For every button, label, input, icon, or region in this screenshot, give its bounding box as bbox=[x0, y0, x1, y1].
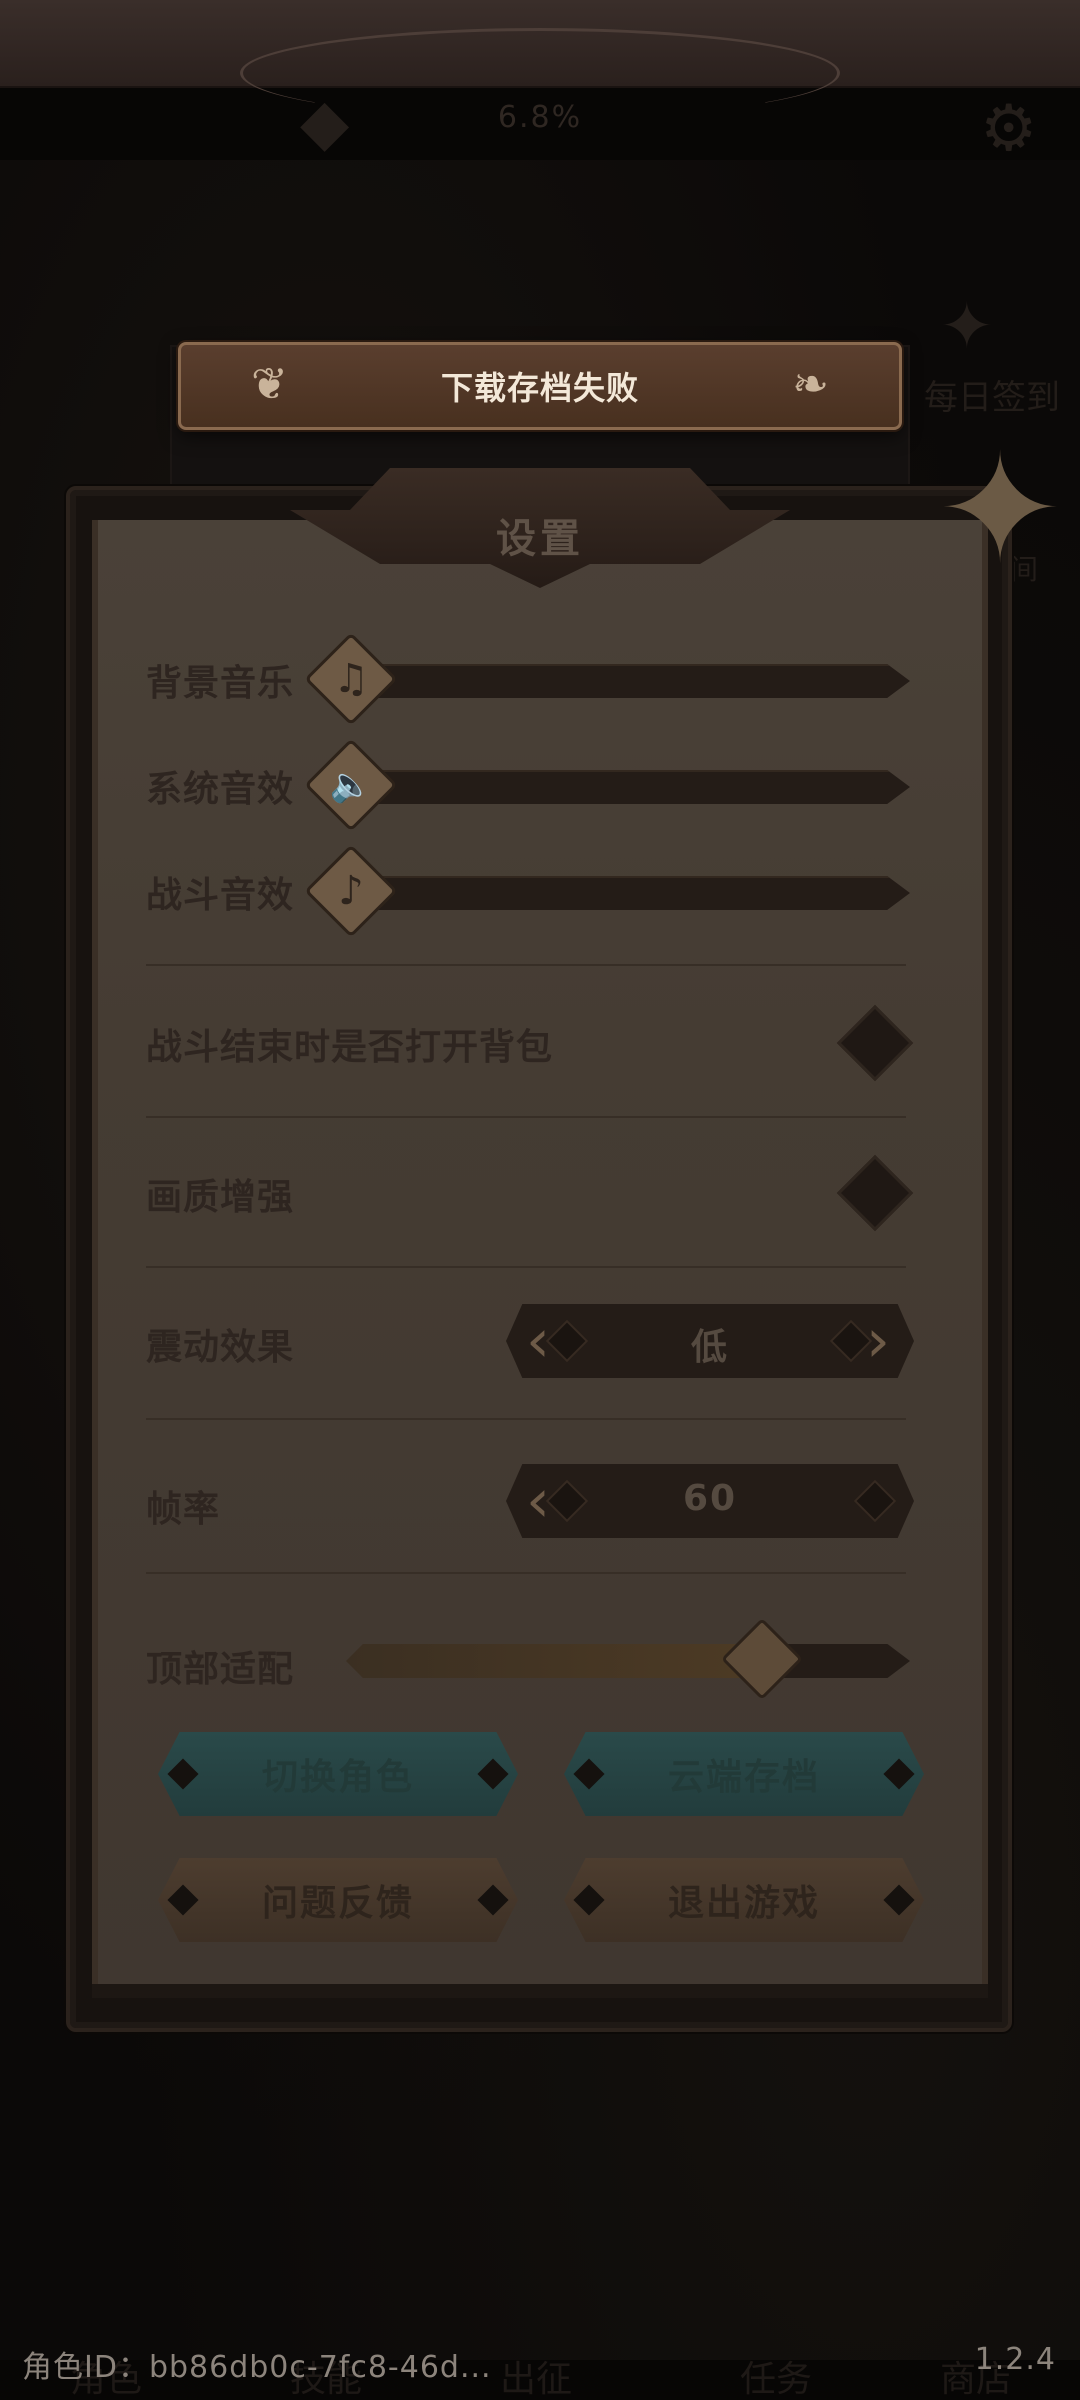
music-note-icon: ♫ bbox=[333, 656, 369, 702]
error-toast: ❦ 下载存档失败 ❧ bbox=[178, 342, 902, 430]
divider bbox=[146, 1116, 906, 1118]
gear-icon: ⚙ bbox=[980, 92, 1038, 166]
framerate-value: 60 bbox=[682, 1478, 738, 1519]
eighth-note-icon: ♪ bbox=[338, 868, 364, 914]
bgm-slider[interactable] bbox=[340, 664, 910, 698]
vibration-next-arrow[interactable]: › bbox=[850, 1304, 906, 1378]
graphics-enhance-label: 画质增强 bbox=[146, 1177, 295, 1218]
role-id-text: 角色ID：bb86db0c-7fc8-46d... bbox=[22, 2350, 492, 2385]
speaker-icon: 🔈 bbox=[329, 765, 373, 805]
leaf-ornament-icon: ❧ bbox=[792, 359, 829, 410]
top-adapt-label: 顶部适配 bbox=[146, 1649, 295, 1690]
daily-checkin-label: 每日签到 bbox=[924, 378, 1060, 418]
divider bbox=[146, 964, 906, 966]
battle-sfx-label: 战斗音效 bbox=[146, 875, 295, 916]
top-adapt-slider[interactable] bbox=[346, 1644, 910, 1678]
status-percent: 6.8% bbox=[497, 100, 583, 135]
feedback-label: 问题反馈 bbox=[261, 1883, 414, 1924]
cloud-save-label: 云端存档 bbox=[667, 1757, 820, 1798]
divider bbox=[146, 1418, 906, 1420]
toast-message: 下载存档失败 bbox=[440, 369, 639, 407]
vibration-label: 震动效果 bbox=[146, 1327, 295, 1368]
open-bag-label: 战斗结束时是否打开背包 bbox=[146, 1027, 554, 1068]
close-icon[interactable]: ✦ bbox=[930, 435, 1070, 585]
divider bbox=[146, 1572, 906, 1574]
feedback-button[interactable]: 问题反馈 bbox=[158, 1858, 518, 1942]
bgm-label: 背景音乐 bbox=[146, 663, 295, 704]
cloud-save-button[interactable]: 云端存档 bbox=[564, 1732, 924, 1816]
sfx-label: 系统音效 bbox=[146, 769, 295, 810]
nav-item-expedition: 出征 bbox=[500, 2359, 573, 2400]
settings-panel-bottom bbox=[92, 1984, 988, 1998]
framerate-label: 帧率 bbox=[146, 1489, 221, 1530]
version-text: 1.2.4 bbox=[974, 2342, 1056, 2377]
switch-role-button[interactable]: 切换角色 bbox=[158, 1732, 518, 1816]
divider bbox=[146, 1266, 906, 1268]
switch-role-label: 切换角色 bbox=[261, 1757, 414, 1798]
nav-item-task: 任务 bbox=[740, 2359, 813, 2400]
leaf-ornament-icon: ❦ bbox=[251, 359, 288, 410]
exit-game-button[interactable]: 退出游戏 bbox=[564, 1858, 924, 1942]
top-bar bbox=[0, 0, 1080, 118]
settings-title: 设置 bbox=[496, 516, 584, 562]
battle-sfx-slider[interactable] bbox=[340, 876, 910, 910]
exit-game-label: 退出游戏 bbox=[667, 1883, 820, 1924]
sfx-slider[interactable] bbox=[340, 770, 910, 804]
gem-icon: ◆ bbox=[300, 86, 350, 160]
daily-checkin-icon: ✦ bbox=[940, 290, 994, 364]
